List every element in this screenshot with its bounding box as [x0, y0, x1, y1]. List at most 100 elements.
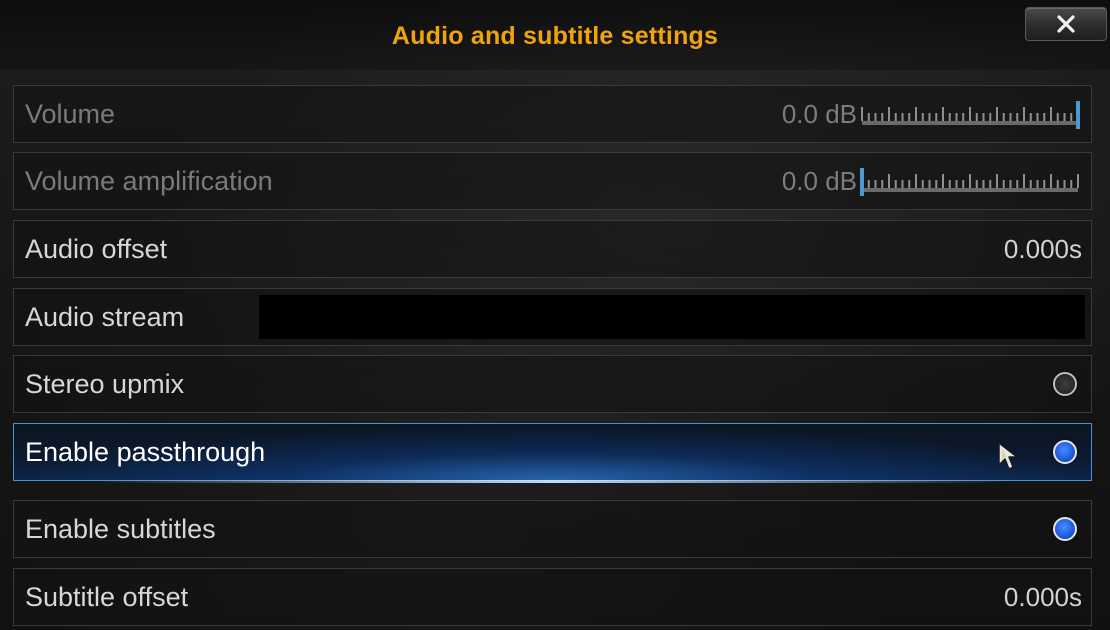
- slider-tick: [948, 180, 951, 188]
- slider-tick: [921, 113, 924, 121]
- slider-tick: [1023, 107, 1025, 121]
- slider-tick: [908, 113, 911, 121]
- close-button[interactable]: [1025, 7, 1107, 41]
- setting-subtitle-offset-value: 0.000s: [1003, 582, 1082, 612]
- slider-tick: [969, 107, 971, 121]
- setting-audio-offset-value: 0.000s: [1003, 234, 1082, 264]
- slider-thumb: [860, 168, 864, 196]
- slider-tick: [1016, 113, 1019, 121]
- setting-volume-amplification[interactable]: Volume amplification 0.0 dB: [13, 152, 1092, 210]
- slider-tick: [894, 180, 897, 188]
- slider-tick: [996, 174, 998, 188]
- stereo-upmix-radio-off[interactable]: [1053, 372, 1077, 396]
- slider-tick: [1063, 180, 1066, 188]
- slider-tick: [935, 180, 938, 188]
- dialog-title: Audio and subtitle settings: [391, 22, 719, 50]
- enable-subtitles-radio-on[interactable]: [1053, 517, 1077, 541]
- slider-tick: [915, 107, 917, 121]
- slider-tick: [1036, 113, 1039, 121]
- slider-tick: [935, 113, 938, 121]
- slider-tick: [881, 180, 884, 188]
- slider-tick: [1023, 174, 1025, 188]
- slider-tick: [996, 107, 998, 121]
- setting-audio-offset-label: Audio offset: [25, 234, 168, 264]
- slider-tick: [1002, 113, 1005, 121]
- setting-enable-subtitles-label: Enable subtitles: [25, 514, 216, 544]
- slider-tick: [969, 174, 971, 188]
- slider-tick: [948, 113, 951, 121]
- slider-tick: [908, 180, 911, 188]
- mouse-pointer-icon: [998, 442, 1018, 470]
- slider-tick: [1009, 180, 1012, 188]
- slider-tick: [989, 113, 992, 121]
- focus-glow-line: [94, 480, 1011, 483]
- slider-tick: [1043, 113, 1046, 121]
- slider-tick: [1029, 180, 1032, 188]
- setting-volume-amplification-label: Volume amplification: [25, 166, 273, 196]
- setting-volume-amplification-value: 0.0 dB: [781, 166, 857, 196]
- slider-tick: [975, 113, 978, 121]
- slider-tick: [888, 107, 890, 121]
- dialog-header: Audio and subtitle settings: [0, 0, 1110, 70]
- setting-subtitle-offset[interactable]: Subtitle offset 0.000s: [13, 568, 1092, 626]
- slider-tick: [962, 113, 965, 121]
- audio-subtitle-settings-dialog: Audio and subtitle settings Volume 0.0 d…: [0, 0, 1110, 630]
- setting-volume-value: 0.0 dB: [781, 99, 857, 129]
- slider-tick: [901, 180, 904, 188]
- setting-volume[interactable]: Volume 0.0 dB: [13, 85, 1092, 143]
- slider-tick: [1009, 113, 1012, 121]
- slider-tick: [1056, 180, 1059, 188]
- slider-tick: [1050, 174, 1052, 188]
- setting-enable-passthrough-label: Enable passthrough: [25, 437, 266, 467]
- slider-tick: [975, 180, 978, 188]
- slider-tick: [982, 113, 985, 121]
- setting-stereo-upmix[interactable]: Stereo upmix: [13, 355, 1092, 413]
- slider-tick: [1063, 113, 1066, 121]
- setting-audio-offset[interactable]: Audio offset 0.000s: [13, 220, 1092, 278]
- slider-tick: [1043, 180, 1046, 188]
- slider-tick: [874, 113, 877, 121]
- slider-tick: [1036, 180, 1039, 188]
- slider-tick: [1077, 174, 1079, 188]
- slider-tick: [942, 174, 944, 188]
- slider-tick: [874, 180, 877, 188]
- slider-tick: [861, 107, 863, 121]
- slider-tick: [1070, 180, 1073, 188]
- volume-amplification-slider[interactable]: [858, 166, 1082, 198]
- enable-passthrough-radio-on[interactable]: [1053, 440, 1077, 464]
- slider-tick: [928, 113, 931, 121]
- slider-tick: [1002, 180, 1005, 188]
- slider-tick: [1016, 180, 1019, 188]
- slider-tick: [888, 174, 890, 188]
- setting-enable-passthrough[interactable]: Enable passthrough: [13, 423, 1092, 483]
- close-x-icon: [1057, 15, 1075, 33]
- slider-tick: [1070, 113, 1073, 121]
- slider-track: [862, 188, 1078, 192]
- slider-tick: [867, 113, 870, 121]
- slider-tick: [915, 174, 917, 188]
- slider-tick: [942, 107, 944, 121]
- setting-audio-stream[interactable]: Audio stream: [13, 288, 1092, 346]
- slider-tick: [921, 180, 924, 188]
- slider-tick: [1029, 113, 1032, 121]
- slider-tick: [955, 180, 958, 188]
- slider-tick: [881, 113, 884, 121]
- slider-tick: [1050, 107, 1052, 121]
- slider-tick: [928, 180, 931, 188]
- slider-tick: [901, 113, 904, 121]
- slider-tick: [982, 180, 985, 188]
- slider-tick: [989, 180, 992, 188]
- volume-slider[interactable]: [858, 99, 1082, 131]
- setting-subtitle-offset-label: Subtitle offset: [25, 582, 189, 612]
- slider-thumb: [1076, 101, 1080, 129]
- setting-stereo-upmix-label: Stereo upmix: [25, 369, 185, 399]
- slider-tick: [894, 113, 897, 121]
- slider-track: [862, 121, 1078, 125]
- audio-stream-value-box: [259, 295, 1085, 339]
- setting-volume-label: Volume: [25, 99, 116, 129]
- setting-enable-subtitles[interactable]: Enable subtitles: [13, 500, 1092, 558]
- slider-tick: [1056, 113, 1059, 121]
- setting-audio-stream-label: Audio stream: [25, 302, 185, 332]
- slider-tick: [867, 180, 870, 188]
- slider-tick: [955, 113, 958, 121]
